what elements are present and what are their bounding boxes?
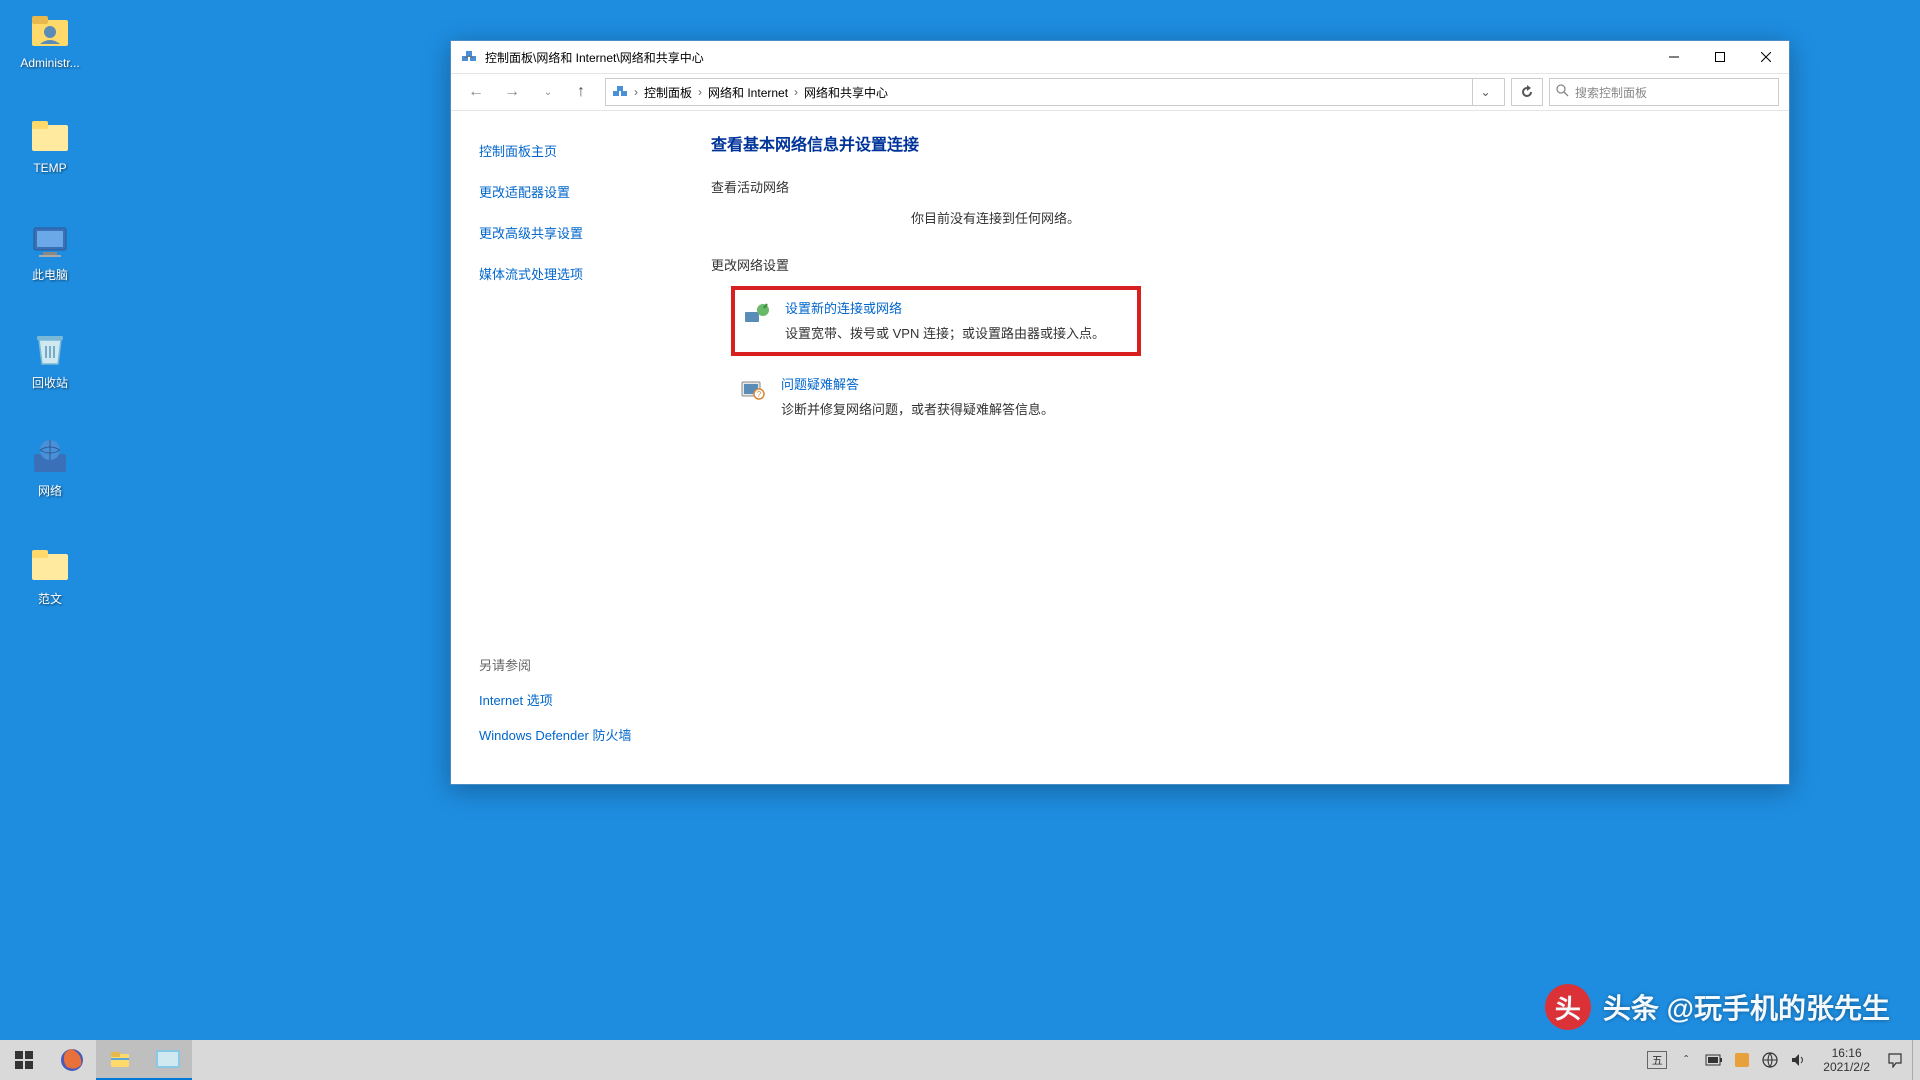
breadcrumb-sep: › — [698, 85, 702, 99]
up-button[interactable]: ↑ — [569, 80, 593, 104]
sidebar-sharing-settings[interactable]: 更改高级共享设置 — [479, 223, 681, 242]
network-status: 你目前没有连接到任何网络。 — [911, 208, 1749, 227]
breadcrumb[interactable]: › 控制面板 › 网络和 Internet › 网络和共享中心 ⌄ — [605, 78, 1505, 106]
desktop-icon-label: Administr... — [20, 56, 79, 70]
window-controls — [1651, 41, 1789, 73]
breadcrumb-sep: › — [634, 85, 638, 99]
desktop-icon-label: 网络 — [38, 482, 62, 499]
task-troubleshoot[interactable]: ? 问题疑难解答 诊断并修复网络问题，或者获得疑难解答信息。 — [731, 366, 1141, 428]
taskbar-file-explorer[interactable] — [96, 1040, 144, 1080]
search-icon — [1556, 84, 1569, 100]
taskbar: 五 ˆ 16:16 2021/2/2 — [0, 1040, 1920, 1080]
setup-connection-icon — [743, 300, 771, 328]
page-title: 查看基本网络信息并设置连接 — [711, 131, 1749, 155]
tray-chevron-up-icon[interactable]: ˆ — [1677, 1051, 1695, 1069]
forward-button[interactable]: → — [497, 77, 527, 107]
breadcrumb-sep: › — [794, 85, 798, 99]
svg-text:?: ? — [757, 390, 762, 399]
recycle-bin-icon — [29, 328, 71, 370]
search-input[interactable]: 搜索控制面板 — [1549, 78, 1779, 106]
battery-icon[interactable] — [1705, 1051, 1723, 1069]
tray-app-icon[interactable] — [1733, 1051, 1751, 1069]
task-setup-link[interactable]: 设置新的连接或网络 — [785, 298, 1105, 317]
network-center-icon — [612, 84, 628, 100]
task-setup-desc: 设置宽带、拨号或 VPN 连接；或设置路由器或接入点。 — [785, 323, 1105, 342]
computer-icon — [29, 220, 71, 262]
window-body: 控制面板主页 更改适配器设置 更改高级共享设置 媒体流式处理选项 另请参阅 In… — [451, 111, 1789, 784]
volume-icon[interactable] — [1789, 1051, 1807, 1069]
minimize-button[interactable] — [1651, 41, 1697, 73]
folder-icon — [29, 544, 71, 586]
desktop-icon-label: TEMP — [33, 161, 66, 175]
desktop-icon-temp[interactable]: TEMP — [5, 115, 95, 175]
section-change-settings: 更改网络设置 — [711, 255, 1749, 274]
desktop-icon-this-pc[interactable]: 此电脑 — [5, 220, 95, 283]
sidebar: 控制面板主页 更改适配器设置 更改高级共享设置 媒体流式处理选项 另请参阅 In… — [451, 111, 681, 784]
start-button[interactable] — [0, 1040, 48, 1080]
task-troubleshoot-link[interactable]: 问题疑难解答 — [781, 374, 1054, 393]
refresh-button[interactable] — [1511, 78, 1543, 106]
sidebar-media-streaming[interactable]: 媒体流式处理选项 — [479, 264, 681, 283]
close-button[interactable] — [1743, 41, 1789, 73]
maximize-button[interactable] — [1697, 41, 1743, 73]
user-folder-icon — [29, 10, 71, 52]
recent-dropdown[interactable]: ⌄ — [533, 77, 563, 107]
tray-time: 16:16 — [1832, 1046, 1862, 1060]
network-center-icon — [461, 49, 477, 65]
action-center-icon[interactable] — [1886, 1051, 1904, 1069]
task-troubleshoot-desc: 诊断并修复网络问题，或者获得疑难解答信息。 — [781, 399, 1054, 418]
titlebar[interactable]: 控制面板\网络和 Internet\网络和共享中心 — [451, 41, 1789, 73]
control-panel-window: 控制面板\网络和 Internet\网络和共享中心 ← → ⌄ ↑ › 控制面板… — [450, 40, 1790, 785]
desktop-icon-recycle[interactable]: 回收站 — [5, 328, 95, 391]
desktop-icon-label: 回收站 — [32, 374, 68, 391]
sidebar-control-panel-home[interactable]: 控制面板主页 — [479, 141, 681, 160]
taskbar-control-panel[interactable] — [144, 1040, 192, 1080]
sidebar-defender-firewall[interactable]: Windows Defender 防火墙 — [479, 725, 681, 744]
breadcrumb-item[interactable]: 网络和 Internet — [704, 82, 792, 103]
taskbar-firefox[interactable] — [48, 1040, 96, 1080]
show-desktop-button[interactable] — [1912, 1040, 1920, 1080]
see-also-heading: 另请参阅 — [479, 655, 681, 674]
watermark-text: 头条 @玩手机的张先生 — [1603, 987, 1890, 1027]
desktop-icon-fanwen[interactable]: 范文 — [5, 544, 95, 607]
tray-date: 2021/2/2 — [1823, 1060, 1870, 1074]
sidebar-internet-options[interactable]: Internet 选项 — [479, 690, 681, 709]
breadcrumb-item[interactable]: 控制面板 — [640, 82, 696, 103]
system-tray: 五 ˆ 16:16 2021/2/2 — [1639, 1046, 1912, 1075]
breadcrumb-dropdown[interactable]: ⌄ — [1472, 79, 1498, 105]
task-setup-connection[interactable]: 设置新的连接或网络 设置宽带、拨号或 VPN 连接；或设置路由器或接入点。 — [731, 286, 1141, 356]
network-tray-icon[interactable] — [1761, 1051, 1779, 1069]
window-title: 控制面板\网络和 Internet\网络和共享中心 — [485, 49, 1651, 66]
desktop-icon-label: 此电脑 — [32, 266, 68, 283]
search-placeholder: 搜索控制面板 — [1575, 84, 1647, 101]
folder-icon — [29, 115, 71, 157]
toutiao-icon: 头 — [1545, 984, 1591, 1030]
content-area: 查看基本网络信息并设置连接 查看活动网络 你目前没有连接到任何网络。 更改网络设… — [681, 111, 1789, 784]
clock[interactable]: 16:16 2021/2/2 — [1817, 1046, 1876, 1075]
sidebar-adapter-settings[interactable]: 更改适配器设置 — [479, 182, 681, 201]
navigation-bar: ← → ⌄ ↑ › 控制面板 › 网络和 Internet › 网络和共享中心 … — [451, 73, 1789, 111]
desktop-icons: Administr... TEMP 此电脑 回收站 网络 范文 — [5, 10, 95, 607]
troubleshoot-icon: ? — [739, 376, 767, 404]
network-globe-icon — [29, 436, 71, 478]
back-button[interactable]: ← — [461, 77, 491, 107]
ime-indicator[interactable]: 五 — [1647, 1051, 1667, 1069]
desktop-icon-admin[interactable]: Administr... — [5, 10, 95, 70]
breadcrumb-item[interactable]: 网络和共享中心 — [800, 82, 892, 103]
watermark: 头 头条 @玩手机的张先生 — [1545, 984, 1890, 1030]
desktop-icon-network[interactable]: 网络 — [5, 436, 95, 499]
section-active-networks: 查看活动网络 — [711, 177, 1749, 196]
desktop-icon-label: 范文 — [38, 590, 62, 607]
